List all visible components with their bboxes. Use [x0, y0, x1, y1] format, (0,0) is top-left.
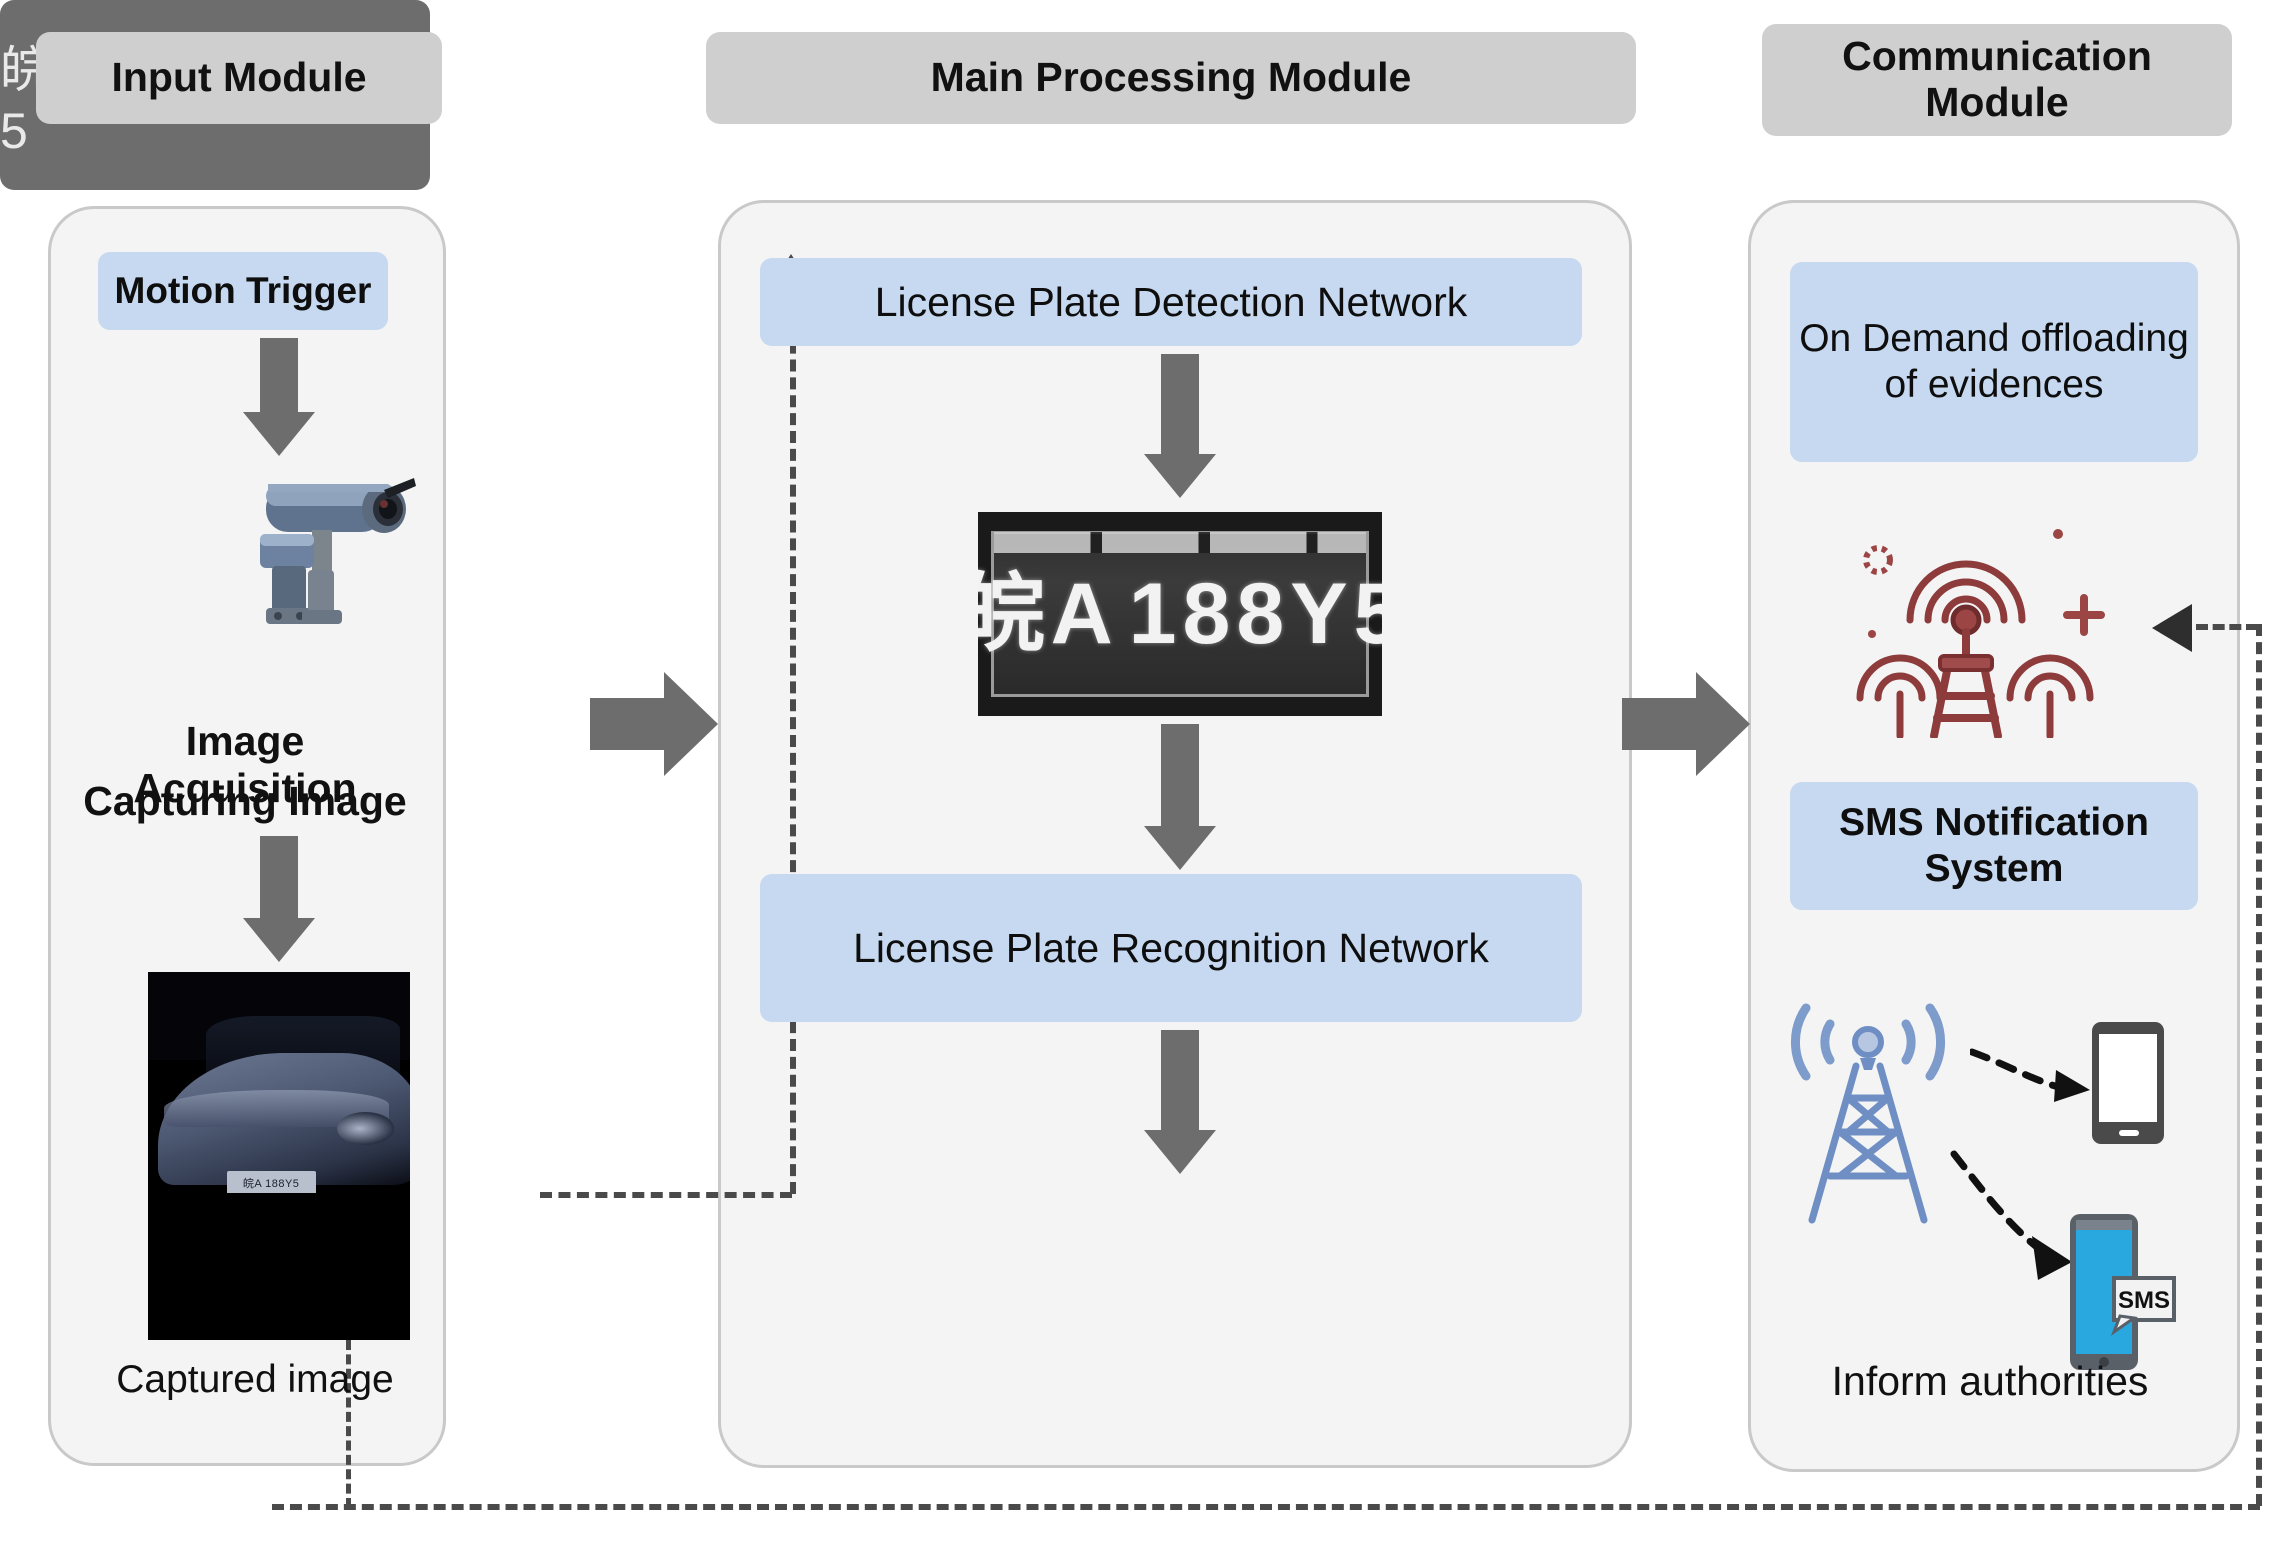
arrow-acquisition-to-capture [243, 836, 315, 966]
plate-char-2: 1 [1128, 565, 1177, 662]
process-box-motion-trigger[interactable]: Motion Trigger [98, 252, 388, 330]
arrow-motion-to-camera [243, 338, 315, 456]
diagram-canvas: Input Module Main Processing Module Comm… [0, 0, 2280, 1553]
arrow-main-to-communication [1622, 672, 1750, 776]
module-header-main-label: Main Processing Module [930, 54, 1412, 101]
caption-inform-authorities: Inform authorities [1760, 1358, 2220, 1405]
license-plate-crop-inner: 皖 A 1 8 8 Y 5 [978, 531, 1382, 697]
dashed-bottom-feedback-bus [272, 1504, 2260, 1510]
module-header-input-label: Input Module [111, 54, 367, 101]
module-header-communication-label: Communication Module [1842, 33, 2152, 126]
plate-char-0: 皖 [978, 565, 1045, 662]
dashed-riser-to-detection [790, 288, 796, 1194]
dashed-right-riser [2256, 624, 2262, 1506]
module-header-communication-line1: Communication [1842, 33, 2152, 80]
plate-char-5: Y [1290, 565, 1348, 662]
radio-tower-icon [1848, 508, 2118, 740]
caption-inform-authorities-label: Inform authorities [1831, 1358, 2149, 1404]
module-header-input: Input Module [36, 32, 442, 124]
cctv-camera-icon [238, 470, 418, 660]
arrow-detection-to-plate [1144, 354, 1216, 504]
dashed-line-into-communication [2196, 624, 2258, 630]
caption-captured-image-label: Captured image [116, 1358, 394, 1401]
process-box-recognition-network-label: License Plate Recognition Network [853, 924, 1489, 971]
module-header-communication-line2: Module [1925, 79, 2069, 125]
captured-car-image: 皖A 188Y5 [148, 972, 410, 1340]
process-box-detection-network[interactable]: License Plate Detection Network [760, 258, 1582, 346]
process-box-on-demand-offloading-label: On Demand offloading of evidences [1799, 316, 2189, 406]
license-plate-crop-image: 皖 A 1 8 8 Y 5 [978, 512, 1382, 716]
caption-captured-image: Captured image [90, 1358, 420, 1402]
arrow-input-to-main [590, 672, 718, 776]
process-box-recognition-network[interactable]: License Plate Recognition Network [760, 874, 1582, 1022]
dashed-line-capture-to-detection [540, 1192, 792, 1198]
process-box-motion-trigger-label: Motion Trigger [114, 270, 372, 312]
plate-char-1: A [1050, 565, 1113, 662]
car-image-plate-text: 皖A 188Y5 [226, 1170, 316, 1195]
mobile-phone-icon [2088, 1018, 2168, 1148]
process-box-detection-network-label: License Plate Detection Network [874, 278, 1468, 325]
module-header-main-processing: Main Processing Module [706, 32, 1636, 124]
dashed-arrow-left-into-communication [2152, 604, 2192, 652]
plate-char-6: 5 [1353, 565, 1382, 662]
arrow-recognition-to-result [1144, 1030, 1216, 1178]
sms-badge-label: SMS [2118, 1287, 2170, 1314]
plate-char-4: 8 [1236, 565, 1285, 662]
sms-phone-icon: SMS [2068, 1212, 2178, 1372]
plate-char-3: 8 [1182, 565, 1231, 662]
cell-tower-icon [1768, 980, 1968, 1230]
process-box-sms-notification-system-label: SMS Notification System [1839, 800, 2149, 890]
arrow-plate-to-recognition [1144, 724, 1216, 874]
process-box-on-demand-offloading[interactable]: On Demand offloading of evidences [1790, 262, 2198, 462]
dashed-arrow-to-phone [1968, 1046, 2100, 1106]
module-header-communication: Communication Module [1762, 24, 2232, 136]
process-box-sms-notification-system[interactable]: SMS Notification System [1790, 782, 2198, 910]
caption-capturing-image-label: Capturing Image [83, 778, 407, 824]
caption-capturing-image: Capturing Image [70, 778, 420, 825]
